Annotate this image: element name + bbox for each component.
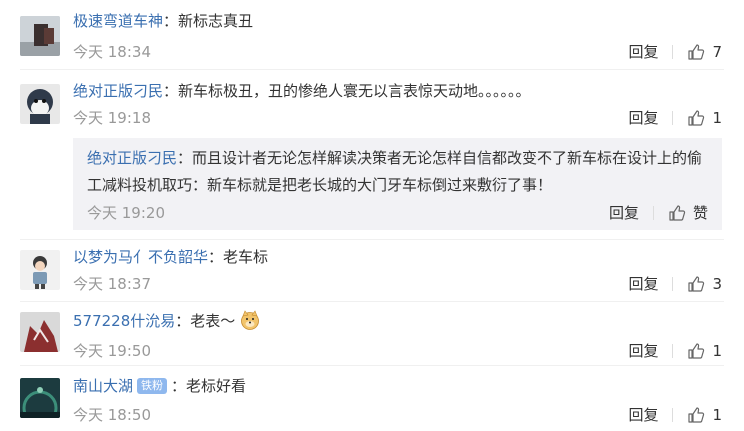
comment-item: 南山大湖 铁粉 ：老标好看 今天 18:50 回复 1 <box>0 366 744 431</box>
divider <box>672 276 674 291</box>
username-link[interactable]: 以梦为马亻不负韶华 <box>73 248 208 266</box>
like-label: 赞 <box>692 204 708 222</box>
thumbs-up-icon <box>669 204 686 221</box>
avatar[interactable] <box>20 84 60 124</box>
timestamp: 今天 19:18 <box>73 109 151 127</box>
divider <box>672 44 674 59</box>
thumbs-up-icon <box>688 43 705 60</box>
like-button[interactable]: 1 <box>687 109 722 127</box>
timestamp: 今天 19:50 <box>73 342 151 360</box>
divider <box>672 343 674 358</box>
thumbs-up-icon <box>688 109 705 126</box>
reply-button[interactable]: 回复 <box>628 107 658 128</box>
avatar[interactable] <box>20 250 60 290</box>
username-link[interactable]: 极速弯道车神 <box>73 12 163 30</box>
doge-emoji-icon <box>241 310 259 330</box>
thumbs-up-icon <box>688 342 705 359</box>
like-count: 1 <box>712 108 722 127</box>
reply-button[interactable]: 回复 <box>609 202 639 223</box>
reply-button[interactable]: 回复 <box>628 41 658 62</box>
avatar[interactable] <box>20 16 60 56</box>
like-count: 7 <box>712 42 722 61</box>
avatar[interactable] <box>20 378 60 418</box>
thumbs-up-icon <box>688 406 705 423</box>
comment-text: 老表～ <box>190 312 236 330</box>
comment-item: 以梦为马亻不负韶华：老车标 今天 18:37 回复 3 <box>0 240 744 300</box>
like-button[interactable]: 1 <box>687 342 722 360</box>
like-count: 1 <box>712 341 722 360</box>
username-link[interactable]: 577228什沇易 <box>73 312 175 330</box>
divider <box>652 205 654 220</box>
divider <box>672 110 674 125</box>
reply-button[interactable]: 回复 <box>628 340 658 361</box>
sub-reply: 绝对正版刁民：而且设计者无论怎样解读决策者无论怎样自信都改变不了新车标在设计上的… <box>73 138 722 230</box>
timestamp: 今天 18:50 <box>73 406 151 424</box>
comment-text: 新标志真丑 <box>178 12 254 30</box>
username-link[interactable]: 绝对正版刁民 <box>87 149 177 167</box>
username-link[interactable]: 绝对正版刁民 <box>73 82 163 100</box>
like-button[interactable]: 1 <box>687 406 722 424</box>
reply-button[interactable]: 回复 <box>628 404 658 425</box>
comment-item: 577228什沇易：老表～ 今天 19:50 回复 1 <box>0 302 744 366</box>
fan-badge[interactable]: 铁粉 <box>137 378 168 394</box>
like-count: 1 <box>712 405 722 424</box>
comment-text: 老标好看 <box>186 377 247 395</box>
divider <box>672 407 674 422</box>
like-button[interactable]: 赞 <box>668 202 708 223</box>
avatar[interactable] <box>20 312 60 352</box>
comment-item: 极速弯道车神：新标志真丑 今天 18:34 回复 7 <box>0 0 744 70</box>
like-button[interactable]: 7 <box>687 43 722 61</box>
username-link[interactable]: 南山大湖 <box>73 377 133 395</box>
like-button[interactable]: 3 <box>687 275 722 293</box>
timestamp: 今天 18:37 <box>73 275 151 293</box>
timestamp: 今天 18:34 <box>73 43 151 61</box>
reply-button[interactable]: 回复 <box>628 273 658 294</box>
comment-text: 老车标 <box>223 248 269 266</box>
comment-list: 极速弯道车神：新标志真丑 今天 18:34 回复 7 绝对正版刁民：新车标极丑，… <box>0 0 744 431</box>
thumbs-up-icon <box>688 275 705 292</box>
comment-text: 新车标极丑，丑的惨绝人寰无以言表惊天动地。。。。。。 <box>178 82 531 100</box>
timestamp: 今天 19:20 <box>87 204 165 222</box>
like-count: 3 <box>712 274 722 293</box>
